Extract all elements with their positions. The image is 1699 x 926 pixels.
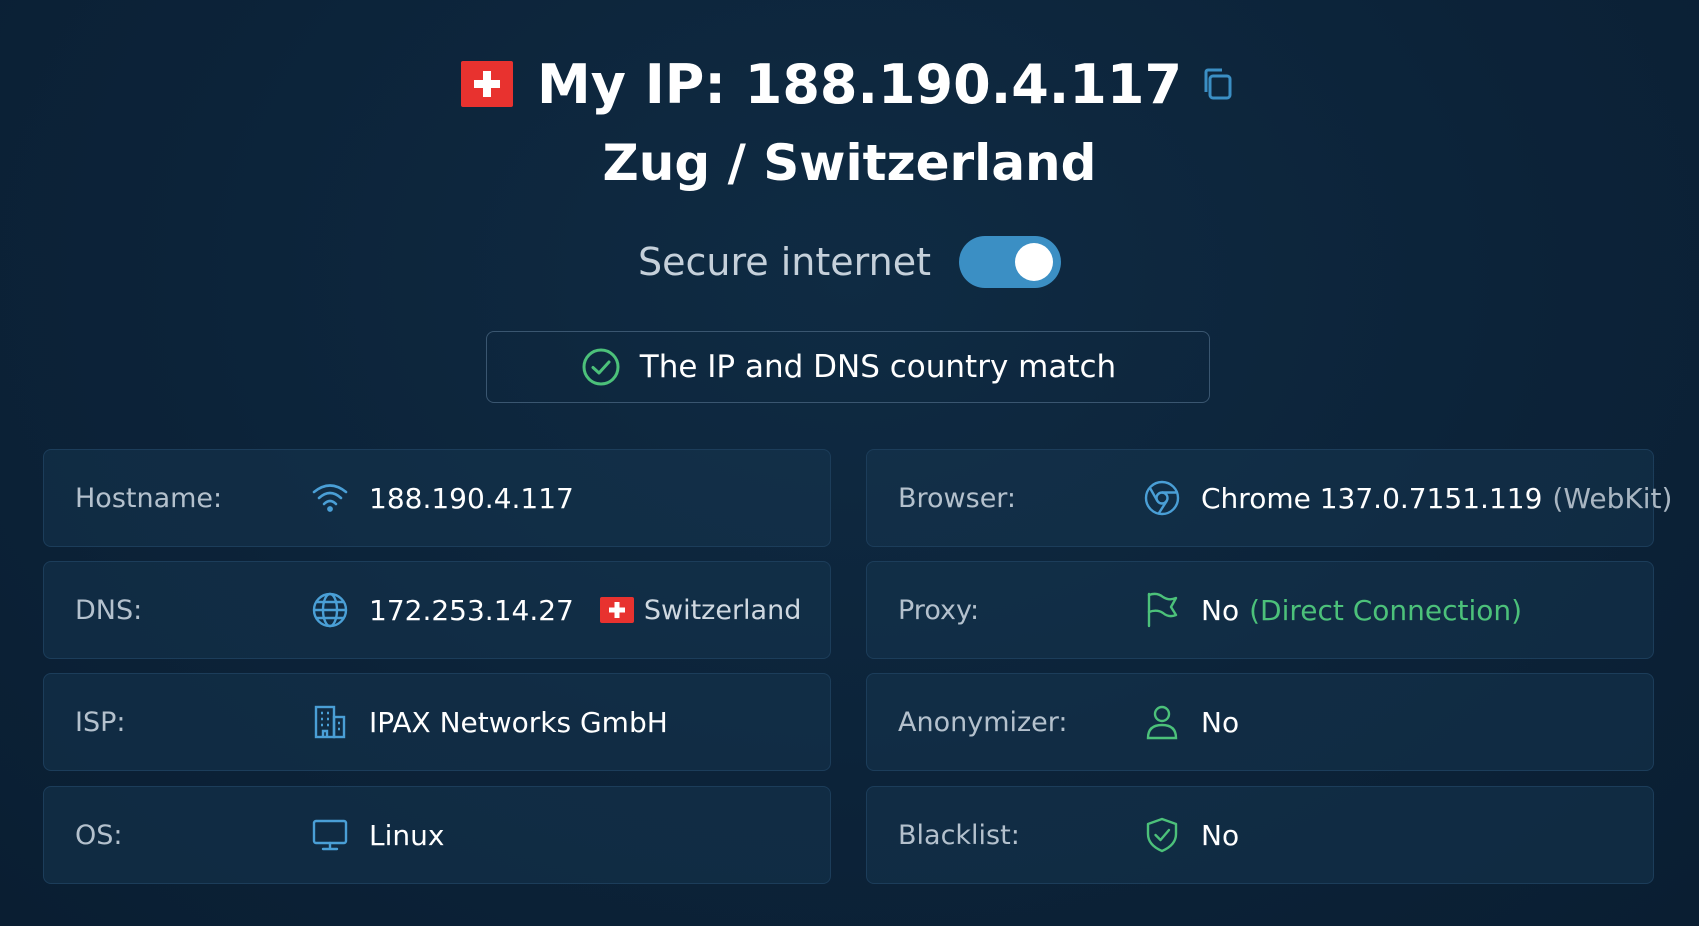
hostname-label: Hostname: [75,482,223,514]
blacklist-label: Blacklist: [898,819,1020,851]
ip-line: My IP: 188.190.4.117 [0,48,1699,120]
browser-label: Browser: [898,482,1017,514]
toggle-knob [1014,243,1053,281]
secure-internet-row: Secure internet [0,234,1699,290]
blacklist-card: Blacklist: No [866,786,1654,884]
wifi-icon [311,479,349,517]
blacklist-value: No [1201,818,1240,852]
location: Zug / Switzerland [602,134,1097,192]
anonymizer-card: Anonymizer: No [866,673,1654,771]
os-value: Linux [369,818,445,852]
browser-value: Chrome 137.0.7151.119 [1201,481,1543,515]
user-icon [1143,703,1181,741]
anonymizer-label: Anonymizer: [898,706,1068,738]
proxy-card: Proxy: No (Direct Connection) [866,561,1654,659]
os-label: OS: [75,819,123,851]
building-icon [311,703,349,741]
copy-icon[interactable] [1198,64,1238,104]
ip-title: My IP: 188.190.4.117 [536,52,1183,116]
browser-icon [1143,479,1181,517]
browser-value-group: Chrome 137.0.7151.119 (WebKit) [1201,482,1672,515]
dns-match-text: The IP and DNS country match [639,349,1117,385]
switzerland-flag-icon [599,597,634,623]
dns-value: 172.253.14.27 [369,593,574,627]
flag-icon [1143,591,1181,629]
shield-check-icon [1143,816,1181,854]
hostname-value: 188.190.4.117 [369,481,574,515]
browser-engine: (WebKit) [1552,481,1673,515]
proxy-detail: (Direct Connection) [1249,593,1523,627]
globe-icon [311,591,349,629]
dns-country: Switzerland [643,594,802,626]
secure-internet-toggle[interactable] [958,236,1061,288]
proxy-value: No [1201,593,1240,627]
dns-label: DNS: [75,594,143,626]
monitor-icon [311,816,349,854]
proxy-label: Proxy: [898,594,980,626]
proxy-value-group: No (Direct Connection) [1201,594,1522,627]
isp-value: IPAX Networks GmbH [369,705,668,739]
anonymizer-value: No [1201,705,1240,739]
secure-internet-label: Secure internet [638,240,931,284]
check-circle-icon [580,346,622,388]
switzerland-flag-icon [460,61,513,107]
browser-card: Browser: Chrome 137.0.7151.119 (WebKit) [866,449,1672,547]
isp-card: ISP: IPAX Networks GmbH [43,673,831,771]
dns-match-banner: The IP and DNS country match [486,331,1210,403]
dns-card: DNS: 172.253.14.27 Switzerland [43,561,831,659]
hostname-card: Hostname: 188.190.4.117 [43,449,831,547]
isp-label: ISP: [75,706,126,738]
dns-value-group: 172.253.14.27 Switzerland [369,594,801,627]
os-card: OS: Linux [43,786,831,884]
